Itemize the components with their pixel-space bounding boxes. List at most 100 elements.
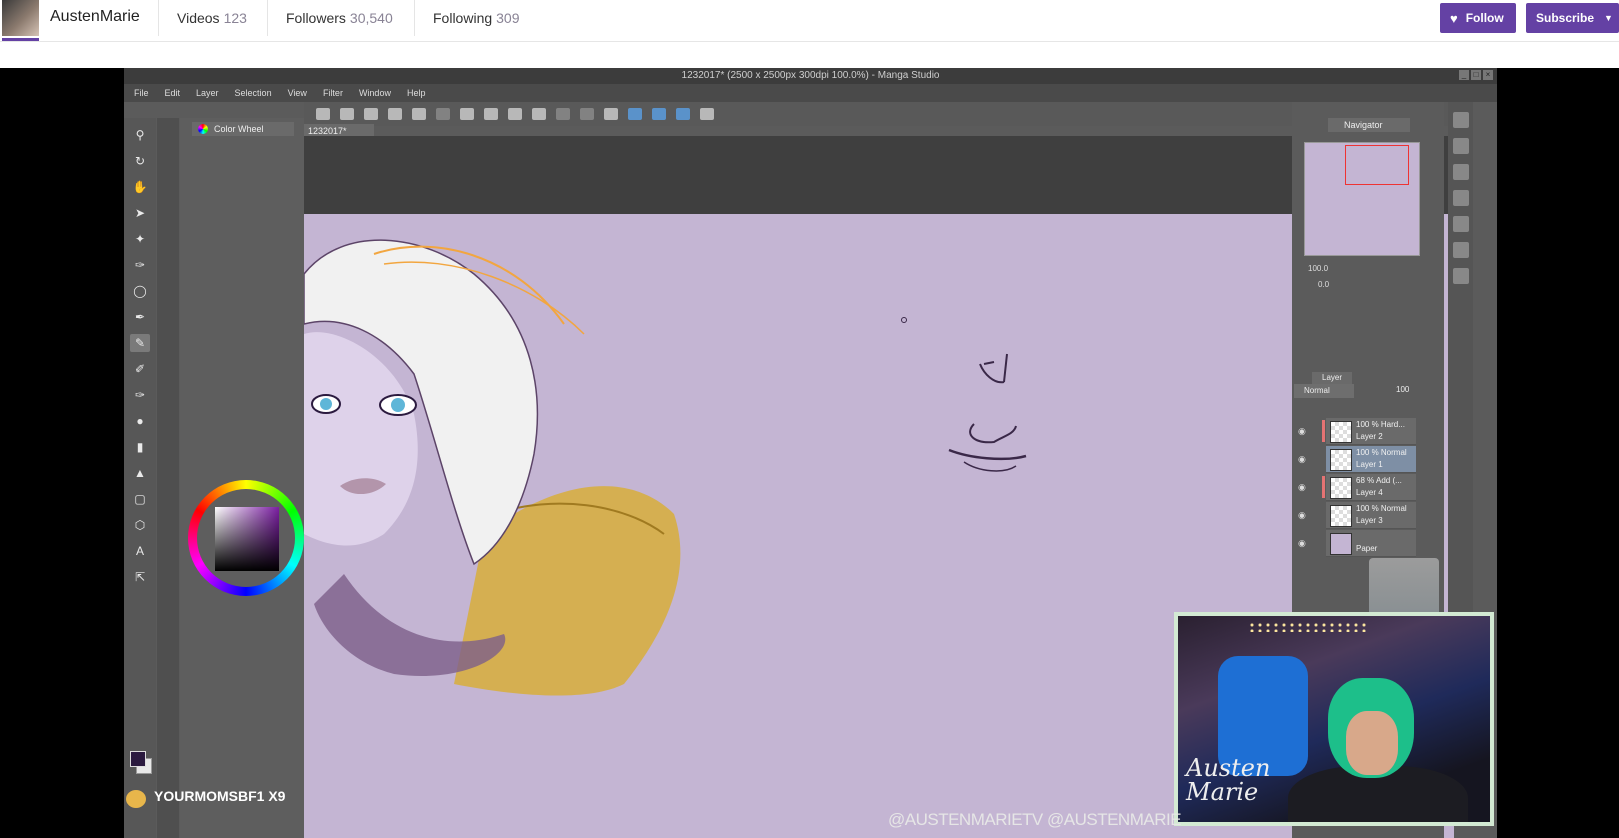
panel-icon <box>1452 164 1469 180</box>
signature-logo: Austen Marie <box>1186 756 1270 804</box>
chevron-down-icon: ▼ <box>1604 13 1613 23</box>
select-icon <box>460 108 474 120</box>
blend-mode-select: Normal <box>1294 384 1354 398</box>
eyedropper-icon: ✑ <box>134 258 146 272</box>
redo-icon <box>436 108 450 120</box>
layer-meta: 68 % Add (... <box>1356 476 1402 485</box>
layer-row-selected: 100 % Normal Layer 1 <box>1326 446 1416 473</box>
window-title-text: 1232017* (2500 x 2500px 300dpi 100.0%) -… <box>681 70 940 81</box>
string-lights <box>1248 622 1368 632</box>
videos-tab[interactable]: Videos 123 <box>177 10 247 26</box>
snap-icon <box>652 108 666 120</box>
menu-view: View <box>287 88 307 98</box>
layer-name: Layer 2 <box>1356 432 1383 441</box>
panel-icon-strip <box>1448 102 1473 662</box>
menu-filter: Filter <box>322 88 343 98</box>
menu-layer: Layer <box>196 88 219 98</box>
layer-row: 68 % Add (... Layer 4 <box>1322 474 1416 501</box>
layer-row: 100 % Hard... Layer 2 <box>1322 418 1416 445</box>
sub-tool-palette <box>157 118 179 838</box>
layer-thumbnail <box>1330 449 1352 471</box>
navigator-preview <box>1304 142 1420 256</box>
save-icon <box>388 108 402 120</box>
videos-label: Videos <box>177 10 220 26</box>
follow-label: Follow <box>1465 11 1504 25</box>
layer-name: Layer 3 <box>1356 516 1383 525</box>
eraser-icon: ▮ <box>136 440 144 454</box>
layer-thumbnail <box>1330 421 1352 443</box>
undo-icon <box>412 108 426 120</box>
eye-icon: ◉ <box>1298 426 1306 436</box>
navigator-rotate: 0.0 <box>1318 280 1330 289</box>
webcam-feed: Austen Marie <box>1178 616 1490 822</box>
fill-bucket-icon: ▲ <box>134 466 146 480</box>
open-folder-icon <box>364 108 378 120</box>
layer-opacity: 100 <box>1396 385 1410 394</box>
followers-label: Followers <box>286 10 346 26</box>
subscribe-label: Subscribe <box>1536 11 1595 25</box>
header-divider <box>158 0 159 36</box>
header-divider <box>267 0 268 36</box>
text-icon: A <box>135 544 144 558</box>
frame-icon <box>604 108 618 120</box>
minimize-icon: _ <box>1459 70 1469 80</box>
layer-thumbnail <box>1330 477 1352 499</box>
operation-icon: ✦ <box>134 232 146 246</box>
panel-icon <box>1452 112 1469 128</box>
follow-button[interactable]: ♥ Follow <box>1440 3 1516 33</box>
following-count: 309 <box>496 10 520 26</box>
airbrush-icon: ✑ <box>134 388 146 402</box>
window-controls: _ □ × <box>1459 70 1493 80</box>
layer-color-mark <box>1322 476 1325 498</box>
panel-icon <box>1452 242 1469 258</box>
tool-palette: ⚲ ↻ ✋ ➤ ✦ ✑ ◯ ✒ ✎ ✐ ✑ ● ▮ ▲ ▢ ⬡ A ⇱ <box>124 118 156 838</box>
pencil-icon: ✎ <box>130 334 150 352</box>
layer-tab: Layer <box>1312 372 1352 384</box>
signature-line-2: Marie <box>1186 778 1259 806</box>
disabled-tool-icon <box>580 108 594 120</box>
layer-row: 100 % Normal Layer 3 <box>1326 502 1416 529</box>
layer-name: Paper <box>1356 544 1378 553</box>
color-wheel <box>188 480 304 596</box>
navigator-tab: Navigator <box>1328 118 1410 132</box>
webcam-overlay: Austen Marie <box>1174 612 1494 826</box>
followers-tab[interactable]: Followers 30,540 <box>286 10 393 26</box>
paper-thumbnail <box>1330 533 1352 555</box>
zoom-icon: ⚲ <box>135 128 145 142</box>
eye-icon: ◉ <box>1298 454 1306 464</box>
command-bar <box>304 102 1454 126</box>
navigator-viewport <box>1345 145 1409 185</box>
active-tab-indicator <box>2 38 39 41</box>
fill-icon <box>508 108 522 120</box>
menu-file: File <box>134 88 149 98</box>
following-tab[interactable]: Following 309 <box>433 10 520 26</box>
disabled-tool-icon <box>556 108 570 120</box>
color-wheel-tab: Color Wheel <box>192 122 294 136</box>
header-divider <box>414 0 415 36</box>
panel-icon <box>1452 138 1469 154</box>
lasso-icon: ◯ <box>133 284 147 298</box>
window-title: 1232017* (2500 x 2500px 300dpi 100.0%) -… <box>124 68 1497 84</box>
layer-name: Layer 1 <box>1356 460 1383 469</box>
subscribe-button[interactable]: Subscribe ▼ <box>1526 3 1619 33</box>
pen-icon: ✒ <box>134 310 146 324</box>
panel-icon <box>1452 190 1469 206</box>
color-wheel-panel: Color Wheel <box>180 118 304 838</box>
canvas-margin <box>304 136 1454 214</box>
channel-header: AustenMarie Videos 123 Followers 30,540 Fo… <box>0 0 1619 42</box>
eye-icon: ◉ <box>1298 510 1306 520</box>
brush-icon: ✐ <box>134 362 146 376</box>
layer-row: Paper <box>1326 530 1416 557</box>
grid-icon <box>316 108 330 120</box>
streamer-face <box>1346 711 1398 775</box>
following-label: Following <box>433 10 493 26</box>
channel-name[interactable]: AustenMarie <box>50 8 140 26</box>
crop-icon <box>532 108 546 120</box>
menu-edit: Edit <box>164 88 181 98</box>
ruler-icon <box>628 108 642 120</box>
signature-line-1: Austen <box>1186 754 1271 782</box>
blend-icon: ● <box>136 414 144 428</box>
channel-avatar[interactable] <box>2 0 39 36</box>
menu-bar: File Edit Layer Selection View Filter Wi… <box>124 84 1497 102</box>
alert-icon <box>126 790 146 808</box>
